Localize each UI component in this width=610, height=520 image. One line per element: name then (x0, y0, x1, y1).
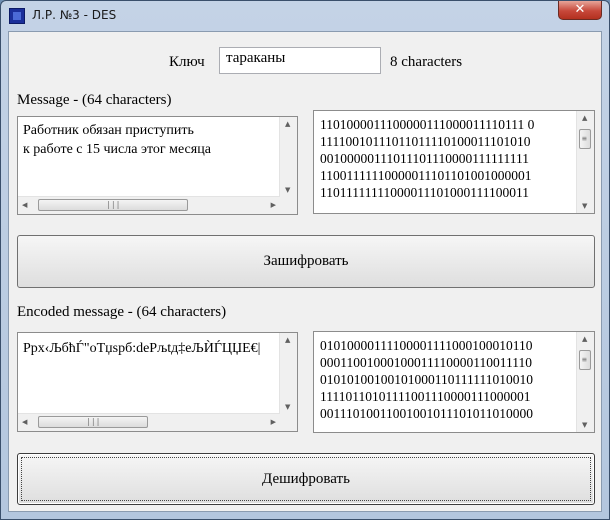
encoded-binary-vscroll-thumb[interactable]: ≡ (579, 350, 591, 370)
message-binary-output[interactable]: 1101000011100000111000011110111 0 111100… (313, 110, 595, 214)
scroll-up-icon[interactable]: ▲ (285, 336, 290, 344)
scroll-up-icon[interactable]: ▲ (582, 335, 587, 343)
encoded-vscroll[interactable]: ▲ ▼ (279, 333, 297, 414)
scroll-up-icon[interactable]: ▲ (285, 120, 290, 128)
scroll-left-icon[interactable]: ◀ (22, 201, 27, 209)
key-label: Ключ (169, 54, 205, 70)
scroll-left-icon[interactable]: ◀ (22, 418, 27, 426)
message-vscroll[interactable]: ▲ ▼ (279, 117, 297, 197)
encoded-binary-vscroll[interactable]: ▲ ≡ ▼ (576, 332, 594, 432)
scroll-down-icon[interactable]: ▼ (582, 421, 587, 429)
message-hscroll[interactable]: ◀ ||| ▶ (18, 196, 280, 214)
grip-icon: ≡ (582, 355, 587, 364)
message-binary-vscroll[interactable]: ▲ ≡ ▼ (576, 111, 594, 213)
encoded-message-text: Ppx‹ЉбћЃ"оТџѕрб:deРљtд‡еЉЍЃЦЏЕ€| (23, 341, 261, 356)
decrypt-button-label: Дешифровать (262, 471, 350, 487)
message-label: Message - (64 characters) (17, 92, 172, 108)
key-input-value: тараканы (226, 50, 286, 66)
message-text: Работник обязан приступить к работе с 15… (23, 123, 211, 157)
message-binary-vscroll-thumb[interactable]: ≡ (579, 129, 591, 149)
encoded-binary-text: 01010000111100001111000100010110 0001100… (320, 338, 533, 421)
client-area: Ключ тараканы 8 characters Message - (64… (8, 31, 602, 512)
key-char-count: 8 characters (390, 54, 463, 70)
scroll-right-icon[interactable]: ▶ (271, 201, 276, 209)
encoded-binary-output[interactable]: 01010000111100001111000100010110 0001100… (313, 331, 595, 433)
encoded-hscroll[interactable]: ◀ ||| ▶ (18, 413, 280, 431)
message-binary-text: 1101000011100000111000011110111 0 111100… (320, 117, 535, 200)
scroll-down-icon[interactable]: ▼ (582, 202, 587, 210)
main-window: Л.Р. №3 - DES ✕ Ключ тараканы 8 characte… (0, 0, 610, 520)
scroll-right-icon[interactable]: ▶ (271, 418, 276, 426)
scroll-down-icon[interactable]: ▼ (285, 403, 290, 411)
title-bar[interactable]: Л.Р. №3 - DES ✕ (1, 1, 609, 31)
close-button[interactable]: ✕ (558, 1, 602, 20)
app-icon (9, 8, 25, 24)
encoded-message-input[interactable]: Ppx‹ЉбћЃ"оТџѕрб:deРљtд‡еЉЍЃЦЏЕ€| ▲ ▼ ◀ |… (17, 332, 298, 432)
encrypt-button[interactable]: Зашифровать (17, 235, 595, 288)
message-input[interactable]: Работник обязан приступить к работе с 15… (17, 116, 298, 215)
message-hscroll-thumb[interactable]: ||| (38, 199, 188, 211)
grip-icon: ||| (86, 417, 101, 426)
scroll-down-icon[interactable]: ▼ (285, 186, 290, 194)
encoded-message-label: Encoded message - (64 characters) (17, 304, 227, 320)
scroll-corner (280, 414, 297, 431)
scroll-up-icon[interactable]: ▲ (582, 114, 587, 122)
grip-icon: ||| (106, 200, 121, 209)
window-title: Л.Р. №3 - DES (32, 8, 117, 22)
encoded-hscroll-thumb[interactable]: ||| (38, 416, 148, 428)
grip-icon: ≡ (582, 134, 587, 143)
decrypt-button[interactable]: Дешифровать (17, 453, 595, 505)
scroll-corner (280, 197, 297, 214)
key-input[interactable]: тараканы (219, 47, 381, 74)
